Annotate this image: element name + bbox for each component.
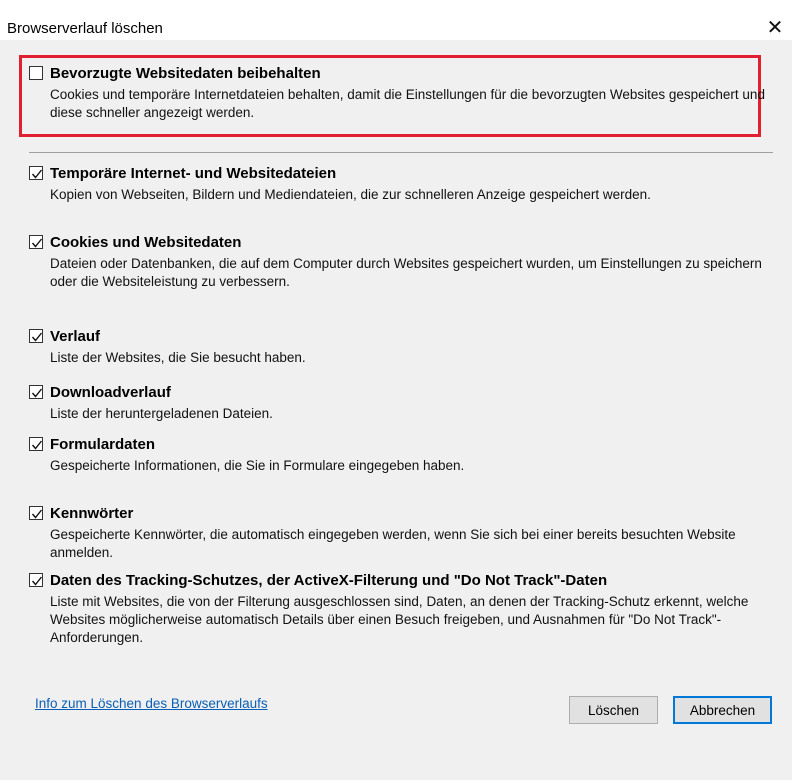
checkbox-history[interactable] (29, 329, 43, 343)
separator (29, 152, 773, 153)
option-form-data: Formulardaten Gespeicherte Informationen… (29, 435, 769, 475)
close-button[interactable]: ✕ (762, 14, 788, 40)
option-label[interactable]: Kennwörter (50, 504, 133, 524)
option-label[interactable]: Temporäre Internet- und Websitedateien (50, 164, 336, 184)
option-label[interactable]: Cookies und Websitedaten (50, 233, 241, 253)
option-cookies: Cookies und Websitedaten Dateien oder Da… (29, 233, 769, 291)
checkbox-form-data[interactable] (29, 437, 43, 451)
checkbox-temp-files[interactable] (29, 166, 43, 180)
option-label[interactable]: Downloadverlauf (50, 383, 171, 403)
checkmark-icon (31, 169, 43, 179)
checkmark-icon (31, 332, 43, 342)
option-tracking-data: Daten des Tracking-Schutzes, der ActiveX… (29, 571, 769, 647)
option-label[interactable]: Bevorzugte Websitedaten beibehalten (50, 64, 321, 84)
delete-browsing-history-dialog: Browserverlauf löschen ✕ Bevorzugte Webs… (0, 0, 792, 780)
option-downloads: Downloadverlauf Liste der heruntergelade… (29, 383, 769, 423)
option-description: Liste mit Websites, die von der Filterun… (50, 594, 749, 645)
checkmark-icon (31, 388, 43, 398)
delete-button[interactable]: Löschen (569, 696, 658, 724)
checkmark-icon (31, 440, 43, 450)
option-description: Liste der heruntergeladenen Dateien. (50, 406, 273, 421)
checkbox-preserve-favorites[interactable] (29, 66, 43, 80)
checkbox-tracking-data[interactable] (29, 573, 43, 587)
close-icon: ✕ (766, 16, 784, 39)
cancel-button[interactable]: Abbrechen (673, 696, 772, 724)
dialog-content: Bevorzugte Websitedaten beibehalten Cook… (0, 40, 792, 780)
option-description: Cookies und temporäre Internetdateien be… (50, 87, 765, 120)
checkmark-icon (31, 509, 43, 519)
option-passwords: Kennwörter Gespeicherte Kennwörter, die … (29, 504, 769, 562)
option-label[interactable]: Daten des Tracking-Schutzes, der ActiveX… (50, 571, 607, 591)
option-label[interactable]: Formulardaten (50, 435, 155, 455)
option-label[interactable]: Verlauf (50, 327, 100, 347)
checkbox-downloads[interactable] (29, 385, 43, 399)
option-description: Gespeicherte Kennwörter, die automatisch… (50, 527, 736, 560)
checkbox-cookies[interactable] (29, 235, 43, 249)
option-description: Gespeicherte Informationen, die Sie in F… (50, 458, 465, 473)
checkmark-icon (31, 576, 43, 586)
option-preserve-favorites: Bevorzugte Websitedaten beibehalten Cook… (29, 64, 769, 122)
checkmark-icon (31, 238, 43, 248)
option-description: Liste der Websites, die Sie besucht habe… (50, 350, 306, 365)
info-link[interactable]: Info zum Löschen des Browserverlaufs (35, 696, 268, 711)
option-description: Dateien oder Datenbanken, die auf dem Co… (50, 256, 762, 289)
option-description: Kopien von Webseiten, Bildern und Medien… (50, 187, 651, 202)
option-history: Verlauf Liste der Websites, die Sie besu… (29, 327, 769, 367)
option-temp-files: Temporäre Internet- und Websitedateien K… (29, 164, 769, 204)
window-title: Browserverlauf löschen (7, 20, 163, 37)
checkbox-passwords[interactable] (29, 506, 43, 520)
